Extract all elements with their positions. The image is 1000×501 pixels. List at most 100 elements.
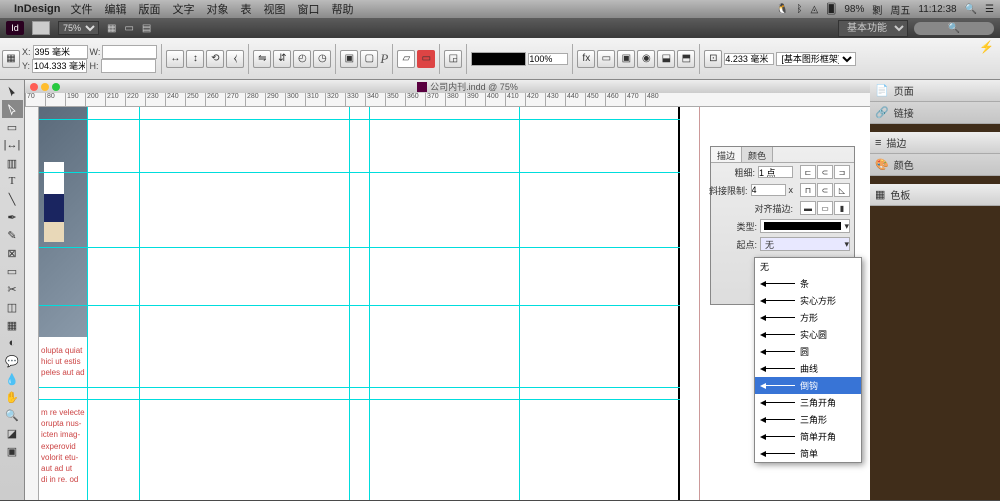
zoom-select[interactable]: 75% [58, 21, 99, 35]
shear-icon[interactable]: ⧼ [226, 50, 244, 68]
reference-point-icon[interactable]: ▦ [2, 50, 20, 68]
bluetooth-icon[interactable]: ᛒ [796, 4, 802, 15]
h-input[interactable] [101, 59, 156, 73]
spotlight-icon[interactable]: 🔍 [965, 4, 977, 15]
screen-mode-icon[interactable]: ▭ [124, 23, 133, 34]
arrowhead-option[interactable]: 实心圆 [755, 326, 861, 343]
guide[interactable] [139, 107, 140, 500]
guide[interactable] [349, 107, 350, 500]
frame-type-select[interactable]: [基本图形框架] [776, 52, 856, 66]
gap-tool[interactable]: |↔| [2, 136, 23, 154]
cap-butt-icon[interactable]: ⊏ [800, 165, 816, 179]
flip-h-icon[interactable]: ⇋ [253, 50, 271, 68]
miter-input[interactable] [751, 184, 786, 196]
cap-round-icon[interactable]: ⊂ [817, 165, 833, 179]
guide[interactable] [39, 247, 680, 248]
stroke-weight-input[interactable] [758, 166, 793, 178]
scissors-tool[interactable]: ✂ [2, 280, 23, 298]
select-content-icon[interactable]: ▢ [360, 50, 378, 68]
note-tool[interactable]: 💬 [2, 352, 23, 370]
wrap-bound-icon[interactable]: ▣ [617, 50, 635, 68]
maximize-icon[interactable] [52, 83, 60, 91]
align-outside-icon[interactable]: ▮ [834, 201, 850, 215]
y-input[interactable] [32, 59, 87, 73]
text-frame-1[interactable]: olupta quiat hici ut estis peles aut ad [41, 345, 85, 379]
align-inside-icon[interactable]: ▭ [817, 201, 833, 215]
wrap-column-icon[interactable]: ⬒ [677, 50, 695, 68]
bridge-icon[interactable] [32, 21, 50, 35]
guide[interactable] [39, 387, 680, 388]
eyedropper-tool[interactable]: 💧 [2, 370, 23, 388]
w-input[interactable] [102, 45, 157, 59]
guide[interactable] [39, 399, 680, 400]
select-container-icon[interactable]: ▣ [340, 50, 358, 68]
direct-selection-tool[interactable] [2, 100, 23, 118]
arrowhead-option[interactable]: 方形 [755, 309, 861, 326]
arrowhead-option[interactable]: 条 [755, 275, 861, 292]
close-icon[interactable] [30, 83, 38, 91]
fill-stroke-swap[interactable]: ◪ [2, 424, 23, 442]
gradient-feather-tool[interactable]: ◐ [2, 334, 23, 352]
join-miter-icon[interactable]: ⊓ [800, 183, 816, 197]
tab-stroke[interactable]: 描边 [711, 147, 742, 162]
stroke-style-select[interactable] [471, 52, 526, 66]
guide[interactable] [87, 107, 88, 500]
view-options-icon[interactable]: ▦ [107, 23, 116, 34]
arrowhead-option[interactable]: 曲线 [755, 360, 861, 377]
quick-apply-icon[interactable]: ⚡ [979, 40, 994, 54]
qq-icon[interactable]: 🐧 [776, 4, 788, 15]
menu-icon[interactable]: ☰ [985, 4, 994, 15]
horizontal-ruler[interactable]: 7080190200210220230240250260270280290300… [25, 93, 870, 107]
pen-tool[interactable]: ✒ [2, 208, 23, 226]
paragraph-icon[interactable]: P [380, 51, 388, 67]
start-arrowhead-select[interactable]: 无▾ [760, 237, 850, 251]
minimize-icon[interactable] [41, 83, 49, 91]
free-transform-tool[interactable]: ◫ [2, 298, 23, 316]
line-tool[interactable]: ╲ [2, 190, 23, 208]
selection-tool[interactable] [2, 82, 23, 100]
arrowhead-option[interactable]: 实心方形 [755, 292, 861, 309]
menu-help[interactable]: 帮助 [331, 1, 353, 17]
opacity-input[interactable] [528, 53, 568, 65]
input-icon[interactable]: 㔌 [872, 2, 882, 17]
battery-icon[interactable]: 🂠 [826, 4, 836, 15]
arrowhead-option[interactable]: 圆 [755, 343, 861, 360]
panel-色板[interactable]: ▦色板 [870, 184, 1000, 206]
pencil-tool[interactable]: ✎ [2, 226, 23, 244]
search-box[interactable]: 🔍 [914, 22, 994, 35]
rectangle-tool[interactable]: ▭ [2, 262, 23, 280]
workspace-select[interactable]: 基本功能 [838, 20, 908, 37]
menu-table[interactable]: 表 [240, 1, 251, 17]
arrowhead-option[interactable]: 三角开角 [755, 394, 861, 411]
view-mode-toggle[interactable]: ▣ [2, 442, 23, 460]
arrowhead-option[interactable]: 三角形 [755, 411, 861, 428]
scale-y-icon[interactable]: ↕ [186, 50, 204, 68]
wrap-none-icon[interactable]: ▭ [597, 50, 615, 68]
rotate-neg90-icon[interactable]: ◷ [313, 50, 331, 68]
cap-square-icon[interactable]: ⊐ [834, 165, 850, 179]
placed-image[interactable] [39, 107, 87, 337]
tab-color[interactable]: 颜色 [742, 147, 773, 162]
menu-window[interactable]: 窗口 [297, 1, 319, 17]
arrowhead-option[interactable]: 倒钩 [755, 377, 861, 394]
panel-颜色[interactable]: 🎨颜色 [870, 154, 1000, 176]
rectangle-frame-tool[interactable]: ⊠ [2, 244, 23, 262]
hand-tool[interactable]: ✋ [2, 388, 23, 406]
effects-icon[interactable]: fx [577, 50, 595, 68]
arrowhead-option[interactable]: 简单开角 [755, 428, 861, 445]
wrap-object-icon[interactable]: ◉ [637, 50, 655, 68]
guide[interactable] [369, 107, 370, 500]
arrowhead-option[interactable]: 无 [755, 258, 861, 275]
stroke-swatch[interactable]: ▭ [417, 50, 435, 68]
guide[interactable] [39, 119, 680, 120]
vertical-ruler[interactable] [25, 107, 39, 500]
guide[interactable] [39, 172, 680, 173]
content-collector-tool[interactable]: ▥ [2, 154, 23, 172]
menu-file[interactable]: 文件 [70, 1, 92, 17]
scale-x-icon[interactable]: ↔ [166, 50, 184, 68]
stroke-width-input[interactable] [724, 53, 774, 65]
type-tool[interactable]: T [2, 172, 23, 190]
corner-options-icon[interactable]: ◲ [444, 50, 462, 68]
gradient-swatch-tool[interactable]: ▦ [2, 316, 23, 334]
panel-页面[interactable]: 📄页面 [870, 80, 1000, 102]
